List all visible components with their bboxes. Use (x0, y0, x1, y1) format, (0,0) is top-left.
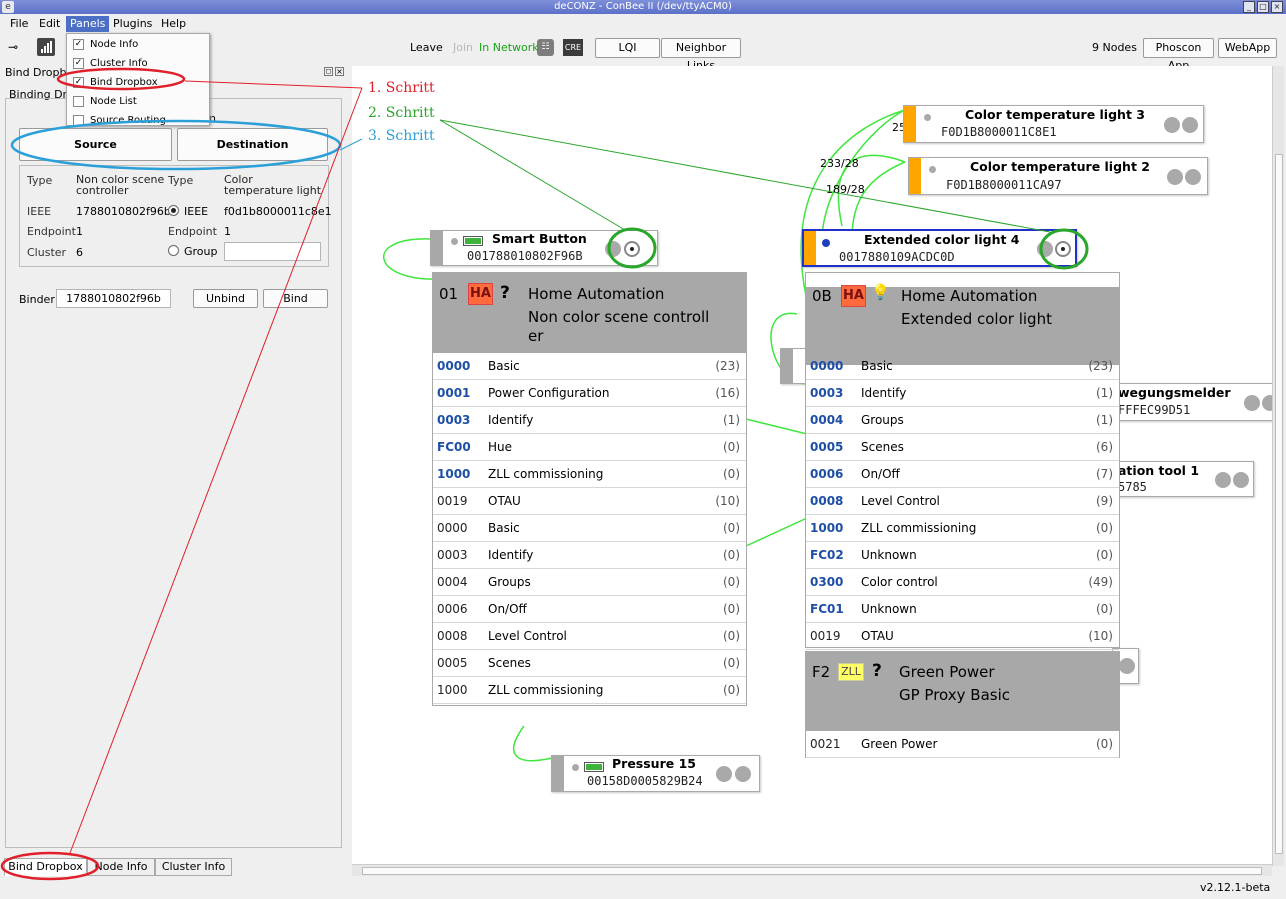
annotation-overlay (0, 67, 1089, 881)
highlight-smart-button-endpoint (607, 227, 657, 269)
annotation-step-1: 1. Schritt (368, 80, 435, 96)
annotation-step-2: 2. Schritt (368, 105, 435, 121)
highlight-source-destination (10, 119, 342, 171)
annotation-step-3: 3. Schritt (368, 128, 435, 144)
highlight-bind-dropbox-tab (0, 851, 100, 881)
highlight-ext-light-endpoint (1039, 228, 1089, 270)
highlight-bind-dropbox-menu (56, 67, 186, 91)
